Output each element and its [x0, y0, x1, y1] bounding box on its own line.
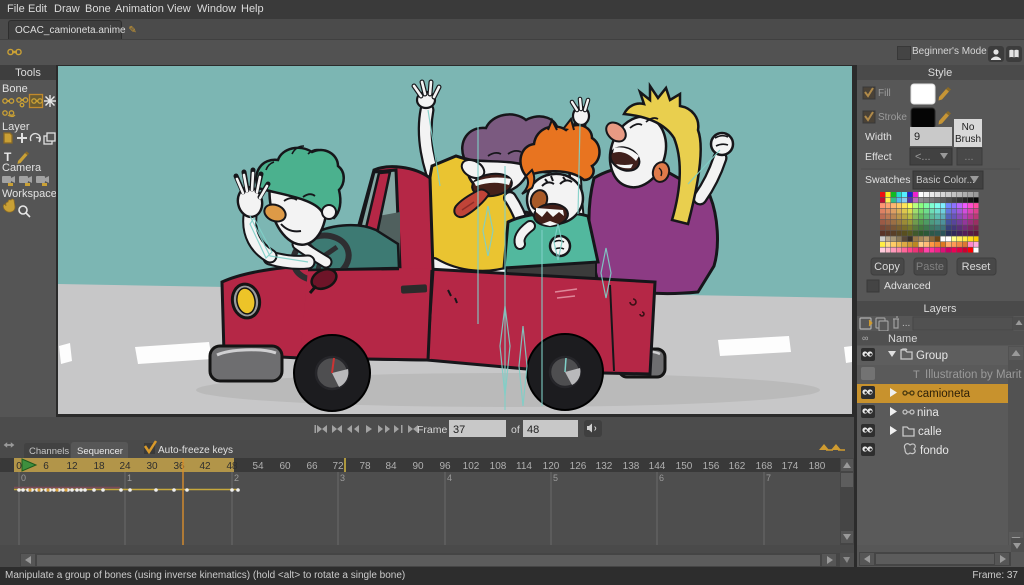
svg-text:6: 6: [43, 461, 49, 472]
svg-text:48: 48: [226, 461, 238, 472]
svg-text:Camera: Camera: [2, 162, 42, 174]
svg-text:162: 162: [729, 461, 746, 472]
svg-text:Auto-freeze keys: Auto-freeze keys: [158, 445, 233, 456]
svg-text:Layer: Layer: [2, 121, 30, 133]
svg-text:Bone: Bone: [2, 83, 28, 95]
svg-text:Width: Width: [865, 131, 892, 143]
svg-text:132: 132: [596, 461, 613, 472]
svg-text:Basic Color...: Basic Color...: [916, 175, 975, 186]
svg-text:Copy: Copy: [874, 261, 900, 273]
svg-text:108: 108: [490, 461, 507, 472]
svg-text:168: 168: [756, 461, 773, 472]
svg-text:102: 102: [463, 461, 480, 472]
svg-text:fondo: fondo: [920, 445, 949, 457]
svg-text:72: 72: [332, 461, 344, 472]
svg-text:Layers: Layers: [923, 303, 957, 315]
svg-text:No: No: [962, 122, 975, 133]
svg-text:78: 78: [359, 461, 371, 472]
svg-text:4: 4: [447, 473, 452, 483]
svg-text:1: 1: [127, 473, 132, 483]
svg-text:114: 114: [516, 461, 532, 472]
svg-text:0: 0: [21, 473, 26, 483]
svg-text:156: 156: [703, 461, 720, 472]
svg-text:Name: Name: [888, 333, 917, 345]
svg-text:37: 37: [453, 424, 465, 436]
svg-text:66: 66: [306, 461, 318, 472]
svg-text:calle: calle: [918, 426, 942, 438]
svg-text:9: 9: [914, 131, 920, 143]
svg-text:54: 54: [252, 461, 264, 472]
svg-text:Reset: Reset: [962, 261, 991, 273]
svg-text:42: 42: [199, 461, 211, 472]
svg-text:138: 138: [623, 461, 640, 472]
svg-text:T: T: [913, 369, 920, 381]
svg-text:Paste: Paste: [916, 261, 944, 273]
svg-text:48: 48: [527, 424, 539, 436]
svg-text:5: 5: [553, 473, 558, 483]
svg-text:2: 2: [234, 473, 239, 483]
svg-text:Stroke: Stroke: [878, 112, 907, 123]
svg-text:60: 60: [279, 461, 291, 472]
svg-text:Style: Style: [928, 67, 952, 79]
svg-text:24: 24: [119, 461, 131, 472]
svg-text:camioneta: camioneta: [917, 388, 971, 400]
svg-text:Channels: Channels: [29, 446, 69, 457]
svg-text:Illustration by Marit: Illustration by Marit: [925, 369, 1022, 381]
svg-text:Tools: Tools: [15, 67, 41, 79]
svg-text:174: 174: [782, 461, 799, 472]
svg-text:Effect: Effect: [865, 151, 892, 163]
svg-text:of: of: [511, 424, 520, 436]
svg-text:12: 12: [66, 461, 78, 472]
svg-text:0: 0: [16, 461, 22, 472]
svg-text:84: 84: [385, 461, 397, 472]
svg-text:96: 96: [439, 461, 451, 472]
svg-text:18: 18: [93, 461, 105, 472]
svg-text:3: 3: [340, 473, 345, 483]
svg-text:7: 7: [766, 473, 771, 483]
svg-text:Fill: Fill: [878, 88, 891, 99]
svg-text:180: 180: [809, 461, 826, 472]
svg-text:Swatches: Swatches: [865, 174, 911, 186]
svg-text:126: 126: [570, 461, 587, 472]
svg-text:90: 90: [412, 461, 424, 472]
svg-text:144: 144: [649, 461, 666, 472]
svg-text:∞: ∞: [862, 333, 868, 343]
svg-text:120: 120: [543, 461, 560, 472]
svg-text:Advanced: Advanced: [884, 280, 931, 292]
svg-text:Frame: Frame: [417, 424, 447, 436]
svg-text:<...: <...: [915, 151, 931, 163]
svg-text:Brush: Brush: [955, 134, 981, 145]
svg-text:30: 30: [146, 461, 158, 472]
svg-text:nina: nina: [917, 407, 939, 419]
svg-text:Workspace: Workspace: [2, 188, 56, 200]
svg-text:6: 6: [659, 473, 664, 483]
svg-text:150: 150: [676, 461, 693, 472]
svg-text:Group: Group: [916, 350, 948, 362]
svg-text:...: ...: [964, 151, 973, 163]
svg-text:Sequencer: Sequencer: [77, 446, 123, 457]
svg-text:...: ...: [902, 318, 910, 329]
